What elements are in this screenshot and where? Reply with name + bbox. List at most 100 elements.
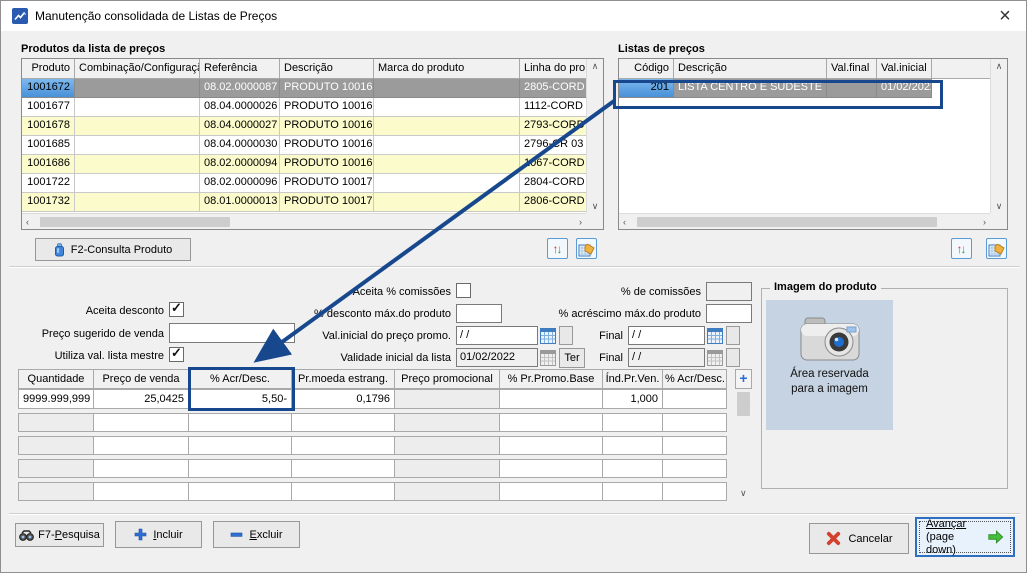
aceita-desconto-checkbox[interactable]: ✓	[169, 302, 184, 317]
price-grid-empty-row	[18, 459, 726, 478]
calendar-icon[interactable]	[540, 326, 556, 348]
grid-select-button[interactable]	[576, 238, 597, 259]
scrollbar-corner	[990, 213, 1007, 229]
col-preco-promocional[interactable]: Preço promocional	[394, 369, 500, 389]
col-linha[interactable]: Linha do pro	[520, 59, 586, 78]
date-spin-box[interactable]	[726, 326, 740, 345]
col-descricao[interactable]: Descrição	[280, 59, 374, 78]
window-title: Manutenção consolidada de Listas de Preç…	[35, 9, 277, 23]
col-produto[interactable]: Produto	[22, 59, 75, 78]
col-ind-pr-ven[interactable]: Índ.Pr.Ven.	[602, 369, 663, 389]
avancar-button[interactable]: Avançar (page down)	[915, 517, 1015, 557]
close-icon[interactable]: ×	[992, 3, 1018, 29]
comissoes-field	[706, 282, 752, 301]
product-row[interactable]: 1001722 08.02.0000096 PRODUTO 1001722 28…	[22, 174, 586, 193]
scroll-left-icon[interactable]: ‹	[26, 215, 29, 229]
val-inicial-promo-field[interactable]: / /	[456, 326, 538, 345]
col-descricao-lista[interactable]: Descrição	[674, 59, 827, 78]
plus-icon	[134, 528, 147, 541]
cell-ind-pr-ven[interactable]: 1,000	[602, 389, 663, 409]
cell-quantidade[interactable]: 9999.999,999	[18, 389, 94, 409]
f7-pesquisa-button[interactable]: F7-Pesquisa	[15, 523, 104, 547]
final-promo-field[interactable]: / /	[628, 326, 705, 345]
buttons-separator	[9, 513, 1020, 515]
date-spin-box	[726, 348, 740, 367]
image-placeholder[interactable]: Área reservada para a imagem	[766, 300, 893, 430]
cell-acr-desc-2[interactable]	[662, 389, 727, 409]
product-row[interactable]: 1001685 08.04.0000030 PRODUTO 1001685 27…	[22, 136, 586, 155]
hand-grid-icon	[988, 240, 1005, 257]
col-acr-desc[interactable]: % Acr/Desc.	[188, 369, 292, 389]
product-row[interactable]: 1001732 08.01.0000013 PRODUTO 1001732 28…	[22, 193, 586, 212]
col-val-final[interactable]: Val.final	[827, 59, 877, 78]
scroll-down-icon[interactable]: ∨	[996, 199, 1003, 213]
scroll-left-icon[interactable]: ‹	[623, 215, 626, 229]
utiliza-val-lista-mestre-checkbox[interactable]: ✓	[169, 347, 184, 362]
scroll-right-icon[interactable]: ›	[983, 215, 986, 229]
col-val-inicial[interactable]: Val.inicial	[877, 59, 932, 78]
incluir-label: Incluir	[153, 529, 182, 541]
product-row[interactable]: 1001678 08.04.0000027 PRODUTO 1001678 27…	[22, 117, 586, 136]
final-lista-field: / /	[628, 348, 705, 367]
grid-vertical-scrollbar[interactable]: ∨	[735, 390, 752, 501]
acrescimo-max-field[interactable]	[706, 304, 752, 323]
calendar-icon[interactable]	[707, 326, 723, 348]
col-moeda-estrang[interactable]: Pr.moeda estrang.	[291, 369, 395, 389]
col-preco-venda[interactable]: Preço de venda	[93, 369, 189, 389]
product-row[interactable]: 1001686 08.02.0000094 PRODUTO 1001686 10…	[22, 155, 586, 174]
product-row[interactable]: 1001677 08.04.0000026 PRODUTO 1001677 11…	[22, 98, 586, 117]
validade-inicial-label: Validade inicial da lista	[251, 352, 451, 364]
scroll-up-icon[interactable]: ∧	[996, 59, 1003, 73]
cell-acr-desc[interactable]: 5,50-	[188, 389, 292, 409]
grid-select-button[interactable]	[986, 238, 1007, 259]
scrollbar-thumb[interactable]	[737, 392, 750, 416]
scroll-up-icon[interactable]: ∧	[592, 59, 599, 73]
cell-moeda-estrang[interactable]: 0,1796	[291, 389, 395, 409]
products-horizontal-scrollbar[interactable]: ‹ ›	[22, 213, 586, 229]
col-pr-promo-base[interactable]: % Pr.Promo.Base	[499, 369, 603, 389]
product-row-selected[interactable]: 1001672 08.02.0000087 PRODUTO 1001672 28…	[22, 79, 586, 98]
cell-preco-venda[interactable]: 25,0425	[93, 389, 189, 409]
col-quantidade[interactable]: Quantidade	[18, 369, 94, 389]
binoculars-icon	[19, 530, 34, 541]
f2-button-label: F2-Consulta Produto	[71, 244, 173, 256]
checkmark-icon: ✓	[171, 345, 182, 361]
col-acr-desc-2[interactable]: % Acr/Desc.	[662, 369, 727, 389]
scroll-right-icon[interactable]: ›	[579, 215, 582, 229]
cell-pr-promo-base[interactable]	[499, 389, 603, 409]
incluir-button[interactable]: Incluir	[115, 521, 202, 548]
validade-inicial-field[interactable]: 01/02/2022	[456, 348, 538, 367]
aceita-comissoes-checkbox[interactable]	[456, 283, 471, 298]
scrollbar-thumb[interactable]	[40, 217, 230, 227]
col-marca[interactable]: Marca do produto	[374, 59, 520, 78]
sort-order-button[interactable]: ↑ ↓	[951, 238, 972, 259]
f7-label: F7-Pesquisa	[38, 529, 100, 541]
lists-vertical-scrollbar[interactable]: ∧ ∨	[990, 59, 1007, 213]
scroll-down-icon[interactable]: ∨	[592, 199, 599, 213]
val-inicial-promo-label: Val.inicial do preço promo.	[251, 330, 451, 342]
price-list-row-selected[interactable]: 201 LISTA CENTRO E SUDESTE 01/02/2022	[619, 79, 990, 98]
green-arrow-right-icon	[987, 529, 1004, 545]
col-combinacao[interactable]: Combinação/Configuração	[75, 59, 200, 78]
lists-horizontal-scrollbar[interactable]: ‹ ›	[619, 213, 990, 229]
scrollbar-corner	[586, 213, 603, 229]
products-vertical-scrollbar[interactable]: ∧ ∨	[586, 59, 603, 213]
calendar-disabled-icon	[707, 348, 723, 370]
cancelar-label: Cancelar	[848, 533, 892, 545]
scrollbar-thumb[interactable]	[637, 217, 937, 227]
sort-down-icon: ↓	[557, 242, 563, 256]
scroll-down-icon[interactable]: ∨	[740, 486, 747, 500]
acrescimo-max-label: % acréscimo máx.do produto	[501, 308, 701, 320]
sort-order-button[interactable]: ↑ ↓	[547, 238, 568, 259]
f2-consulta-produto-button[interactable]: F2-Consulta Produto	[35, 238, 191, 261]
titlebar: Manutenção consolidada de Listas de Preç…	[1, 1, 1026, 31]
desconto-max-field[interactable]	[456, 304, 502, 323]
add-row-button[interactable]: +	[735, 369, 752, 389]
excluir-button[interactable]: Excluir	[213, 521, 300, 548]
utiliza-val-lista-mestre-label: Utiliza val. lista mestre	[21, 350, 164, 362]
cancelar-button[interactable]: Cancelar	[809, 523, 909, 554]
col-codigo[interactable]: Código	[619, 59, 674, 78]
sort-down-icon: ↓	[961, 242, 967, 256]
col-referencia[interactable]: Referência	[200, 59, 280, 78]
lists-group-label: Listas de preços	[618, 43, 705, 55]
